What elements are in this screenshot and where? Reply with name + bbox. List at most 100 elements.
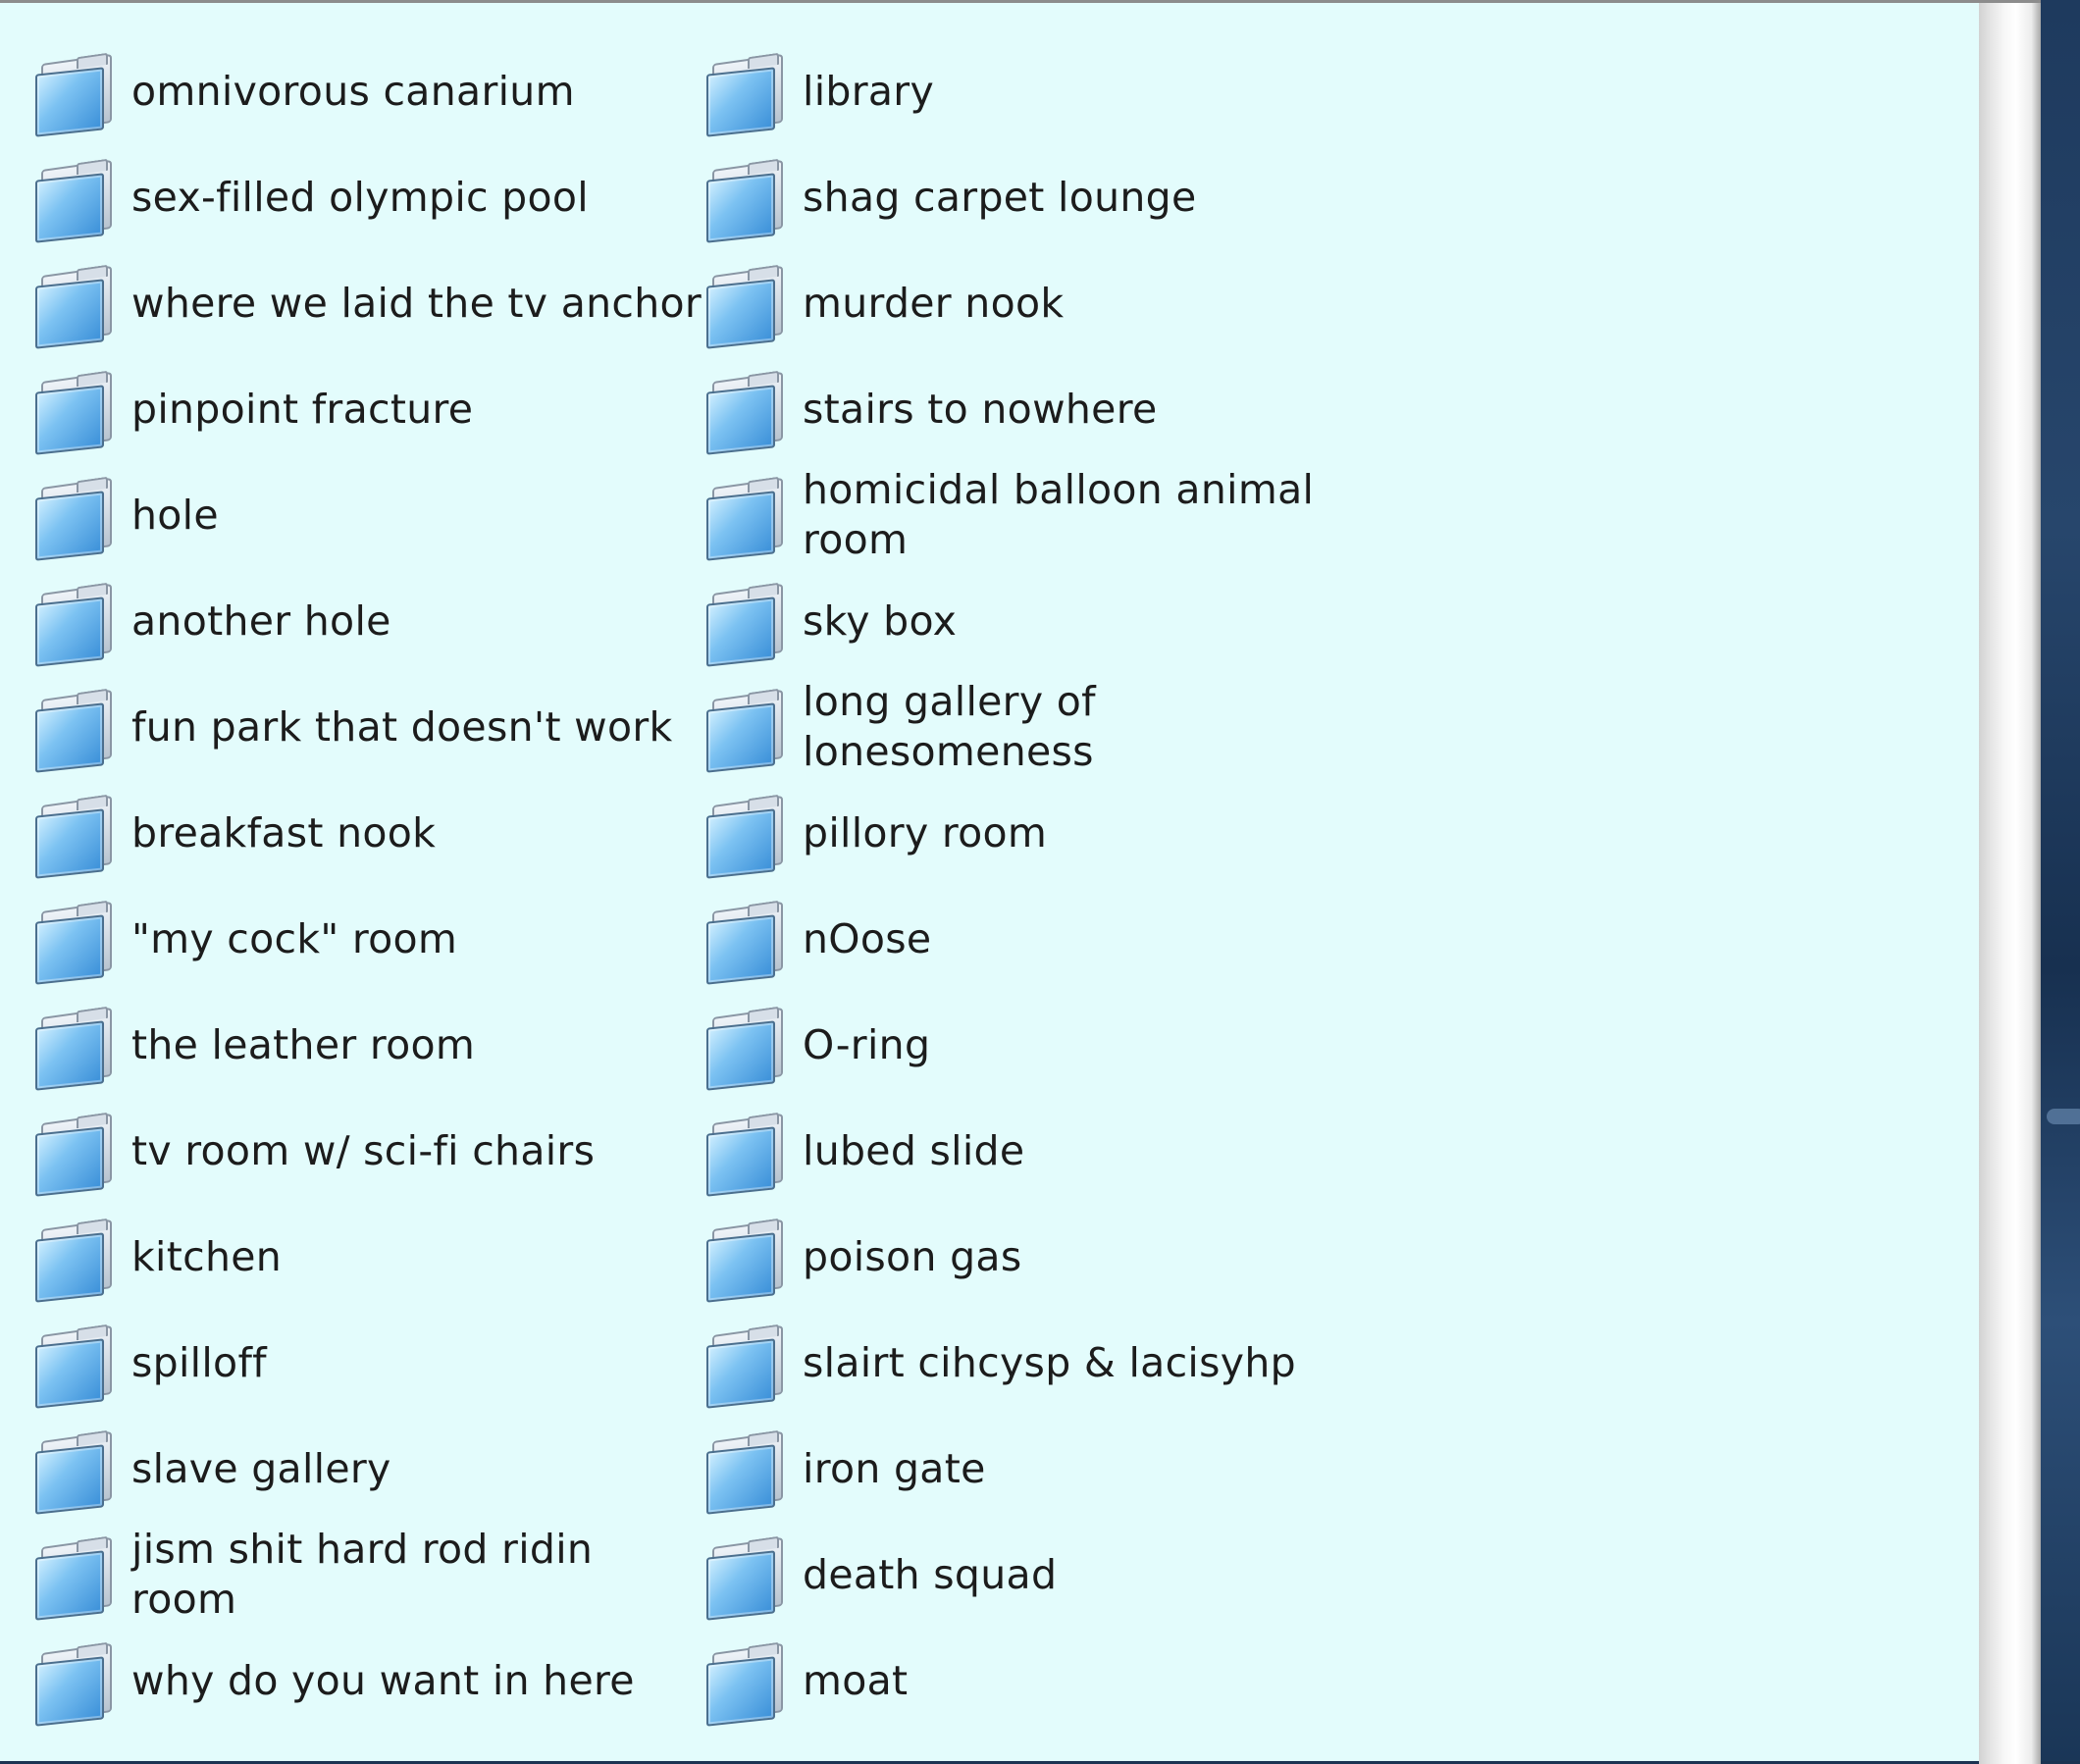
window-right-border (1979, 3, 2041, 1764)
folder-icon (704, 687, 783, 773)
folder-item[interactable]: long gallery of lonesomeness (704, 674, 1096, 780)
folder-label: slave gallery (131, 1444, 391, 1492)
folder-icon (704, 1111, 783, 1197)
folder-icon (704, 581, 783, 667)
folder-label: spilloff (131, 1338, 267, 1386)
folder-item[interactable]: iron gate (704, 1416, 986, 1522)
folder-icon (704, 1534, 783, 1621)
folder-label: shag carpet lounge (803, 173, 1197, 221)
folder-label: tv room w/ sci-fi chairs (131, 1126, 596, 1174)
folder-label: "my cock" room (131, 914, 458, 962)
folder-label: pinpoint fracture (131, 385, 474, 433)
folder-label: moat (803, 1656, 909, 1704)
folder-icon (704, 475, 783, 561)
folder-icon (33, 1428, 112, 1515)
folder-label: death squad (803, 1550, 1058, 1598)
folder-item[interactable]: tv room w/ sci-fi chairs (33, 1098, 595, 1204)
folder-icon (33, 51, 112, 137)
folder-icon (704, 369, 783, 455)
folder-item[interactable]: shag carpet lounge (704, 144, 1197, 250)
folder-label: nOose (803, 914, 932, 962)
folder-label: slairt cihcysp & lacisyhp (803, 1338, 1296, 1386)
folder-item[interactable]: breakfast nook (33, 780, 436, 886)
folder-item[interactable]: jism shit hard rod ridin room (33, 1522, 593, 1628)
folder-icon (704, 1323, 783, 1409)
folder-icon-grid: omnivorous canarium sex-filled olympic p… (0, 3, 1962, 1764)
folder-item[interactable]: lubed slide (704, 1098, 1024, 1204)
folder-item[interactable]: murder nook (704, 250, 1064, 356)
folder-label: sky box (803, 597, 958, 645)
folder-icon (33, 475, 112, 561)
folder-label: homicidal balloon animal room (803, 466, 1315, 563)
folder-label: hole (131, 491, 219, 539)
folder-label: fun park that doesn't work (131, 702, 673, 751)
folder-item[interactable]: pillory room (704, 780, 1047, 886)
folder-label: long gallery of lonesomeness (803, 678, 1096, 775)
folder-label: kitchen (131, 1232, 283, 1280)
folder-item[interactable]: nOose (704, 886, 931, 992)
folder-icon (704, 51, 783, 137)
folder-icon (33, 1534, 112, 1621)
folder-label: omnivorous canarium (131, 67, 575, 115)
folder-label: lubed slide (803, 1126, 1025, 1174)
folder-icon (704, 157, 783, 243)
folder-label: O-ring (803, 1020, 931, 1068)
folder-icon (704, 793, 783, 879)
folder-icon (704, 1005, 783, 1091)
folder-item[interactable]: death squad (704, 1522, 1057, 1628)
folder-icon (33, 1640, 112, 1727)
folder-label: sex-filled olympic pool (131, 173, 589, 221)
folder-icon (704, 1428, 783, 1515)
folder-label: pillory room (803, 808, 1048, 856)
folder-label: jism shit hard rod ridin room (131, 1526, 594, 1623)
folder-item[interactable]: stairs to nowhere (704, 356, 1158, 462)
folder-label: library (803, 67, 935, 115)
folder-icon (33, 687, 112, 773)
folder-item[interactable]: O-ring (704, 992, 930, 1098)
folder-item[interactable]: fun park that doesn't work (33, 674, 673, 780)
folder-label: why do you want in here (131, 1656, 635, 1704)
folder-item[interactable]: pinpoint fracture (33, 356, 473, 462)
folder-icon (704, 263, 783, 349)
folder-icon (33, 369, 112, 455)
folder-item[interactable]: slairt cihcysp & lacisyhp (704, 1310, 1296, 1416)
folder-icon (33, 581, 112, 667)
folder-item[interactable]: homicidal balloon animal room (704, 462, 1314, 568)
folder-item[interactable]: hole (33, 462, 219, 568)
folder-item[interactable]: omnivorous canarium (33, 38, 575, 144)
folder-label: the leather room (131, 1020, 476, 1068)
folder-label: poison gas (803, 1232, 1022, 1280)
folder-item[interactable]: another hole (33, 568, 391, 674)
folder-item[interactable]: where we laid the tv anchor (33, 250, 702, 356)
folder-icon (33, 1005, 112, 1091)
finder-window: omnivorous canarium sex-filled olympic p… (0, 0, 2041, 1764)
folder-icon (33, 899, 112, 985)
folder-item[interactable]: spilloff (33, 1310, 267, 1416)
folder-label: breakfast nook (131, 808, 437, 856)
folder-item[interactable]: slave gallery (33, 1416, 391, 1522)
folder-icon (33, 793, 112, 879)
folder-icon (704, 1640, 783, 1727)
folder-icon (33, 263, 112, 349)
folder-item[interactable]: library (704, 38, 934, 144)
folder-item[interactable]: "my cock" room (33, 886, 457, 992)
folder-item[interactable]: the leather room (33, 992, 475, 1098)
folder-label: where we laid the tv anchor (131, 279, 702, 327)
folder-icon (704, 899, 783, 985)
folder-item[interactable]: why do you want in here (33, 1628, 635, 1734)
folder-label: stairs to nowhere (803, 385, 1158, 433)
folder-item[interactable]: sky box (704, 568, 957, 674)
folder-label: murder nook (803, 279, 1065, 327)
folder-item[interactable]: poison gas (704, 1204, 1021, 1310)
folder-icon (33, 1217, 112, 1303)
folder-label: iron gate (803, 1444, 986, 1492)
folder-icon (33, 1111, 112, 1197)
folder-icon (33, 157, 112, 243)
folder-icon (704, 1217, 783, 1303)
folder-item[interactable]: kitchen (33, 1204, 282, 1310)
folder-label: another hole (131, 597, 391, 645)
folder-icon (33, 1323, 112, 1409)
folder-item[interactable]: sex-filled olympic pool (33, 144, 589, 250)
folder-item[interactable]: moat (704, 1628, 908, 1734)
desktop-background (2041, 0, 2080, 1761)
